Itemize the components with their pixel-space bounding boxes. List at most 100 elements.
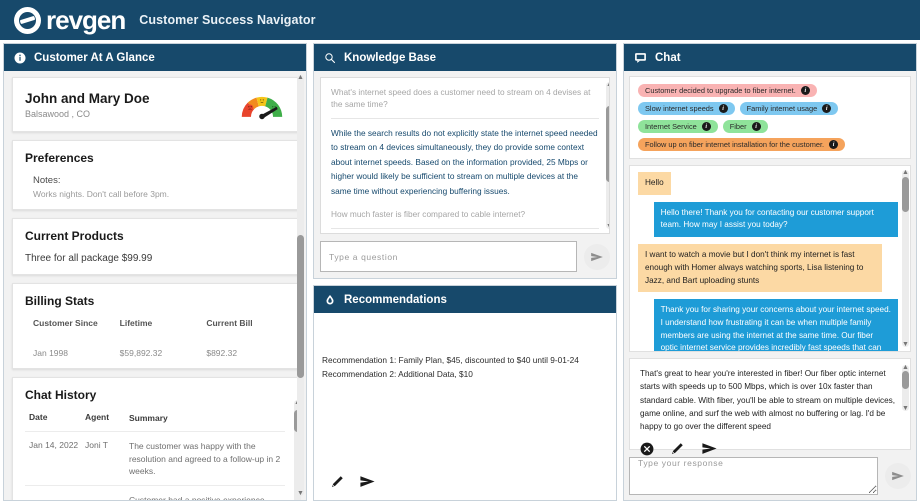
knowledge-base-panel: Knowledge Base What's internet speed doe… [313,43,617,279]
knowledge-base-send-button[interactable] [584,243,610,270]
status-badge[interactable]: Slow internet speeds i [638,102,735,115]
suggested-response-box: That's great to hear you're interested i… [629,358,911,456]
chat-panel-title: Chat [655,51,681,64]
main-columns: Customer At A Glance John and Mary Doe B… [0,40,920,504]
chat-tags: Customer decided to upgrade to fiber int… [629,76,911,159]
chat-history-col-agent: Agent [85,412,110,422]
row-summary: The customer was happy with the resoluti… [129,441,281,476]
billing-value-2: $892.32 [206,348,238,358]
billing-value-1: $59,892.32 [119,348,163,358]
dismiss-icon[interactable] [640,442,654,456]
current-products-title: Current Products [25,229,124,243]
suggested-response-actions [640,440,896,457]
brand-name: revgen [46,5,126,35]
right-column: Chat Customer decided to upgrade to fibe… [620,40,920,504]
knowledge-base-scrollbar[interactable] [606,81,609,230]
knowledge-base-input-row [320,241,610,272]
knowledge-base-body: What's internet speed does a customer ne… [314,71,616,278]
chat-history-table: Date Agent Summary Jan 14, 2022 Joni T T… [25,412,285,500]
row-agent [85,494,129,500]
recommendations-body: Recommendation 1: Family Plan, $45, disc… [314,313,616,500]
tag-label: Internet Service [645,122,697,131]
status-badge[interactable]: Internet Service i [638,120,718,133]
brand-logo: revgen [14,5,126,35]
customer-panel-header: Customer At A Glance [4,44,306,71]
suggested-response-scrollbar[interactable] [902,364,909,412]
billing-header-2: Current Bill [206,318,253,328]
search-icon [324,52,336,64]
chat-history-col-date: Date [29,412,48,422]
billing-col-current-bill: Current Bill $892.32 [198,318,285,358]
send-icon[interactable] [701,440,718,457]
notes-label: Notes: [33,175,61,186]
tag-label: Slow internet speeds [645,104,714,113]
chat-message-agent: Hello there! Thank you for contacting ou… [638,201,898,238]
knowledge-base-results[interactable]: What's internet speed does a customer ne… [320,77,610,234]
suggested-response-text: That's great to hear you're interested i… [640,369,896,432]
info-icon[interactable]: i [800,86,810,95]
status-badge[interactable]: Fiber i [722,120,768,133]
info-icon[interactable]: i [718,104,728,113]
row-agent: Joni T [85,440,108,451]
message-bubble: I want to watch a movie but I don't thin… [638,244,883,293]
edit-icon[interactable] [670,441,685,456]
kb-question: How much faster is fiber compared to cab… [331,208,599,229]
chat-panel-header: Chat [624,44,916,71]
billing-header-0: Customer Since [33,318,98,328]
customer-at-a-glance-panel: Customer At A Glance John and Mary Doe B… [3,43,307,501]
customer-panel-scrollbar[interactable] [297,74,304,497]
kb-answer: Fiber internet is significantly faster t… [331,229,599,233]
chat-messages-scrollbar[interactable] [902,169,909,348]
knowledge-base-header: Knowledge Base [314,44,616,71]
lightbulb-icon [324,294,336,306]
chat-bubble-icon [634,51,647,64]
send-icon[interactable] [359,473,376,490]
chat-panel: Chat Customer decided to upgrade to fibe… [623,43,917,501]
table-row[interactable]: Jan 14, 2022 Joni T The customer was hap… [25,431,285,485]
preferences-title: Preferences [25,151,94,165]
customer-identity: John and Mary Doe Balsawood , CO [25,91,150,119]
billing-value-0: Jan 1998 [33,348,68,358]
chat-messages[interactable]: Hello Hello there! Thank you for contact… [629,165,911,352]
recommendations-actions [314,473,616,500]
chat-response-input[interactable] [629,457,878,495]
list-item: Recommendation 2: Additional Data, $10 [322,369,473,380]
tag-label: Customer decided to upgrade to fiber int… [645,86,796,95]
customer-panel-title: Customer At A Glance [34,51,155,64]
status-badge[interactable]: Customer decided to upgrade to fiber int… [638,84,817,97]
customer-scroll-area[interactable]: John and Mary Doe Balsawood , CO Prefere… [4,71,306,500]
current-products-card: Current Products Three for all package $… [12,218,298,275]
preferences-card: Preferences Notes: Works nights. Don't c… [12,140,298,210]
table-row[interactable]: Customer had a positive experience and w… [25,485,285,500]
app-subtitle: Customer Success Navigator [139,13,316,27]
tag-label: Family internet usage [746,104,818,113]
info-circle-icon [14,52,26,64]
recommendations-header: Recommendations [314,286,616,313]
row-date: Jan 14, 2022 [29,440,79,451]
chat-send-button[interactable] [885,463,911,489]
chat-history-title: Chat History [25,388,97,402]
left-column: Customer At A Glance John and Mary Doe B… [0,40,310,504]
tag-label: Fiber [729,122,747,131]
billing-header-1: Lifetime [119,318,153,328]
chat-message-customer: Hello [638,172,898,195]
recommendations-panel: Recommendations Recommendation 1: Family… [313,285,617,501]
status-badge[interactable]: Family internet usage i [739,102,839,115]
customer-panel-body: John and Mary Doe Balsawood , CO Prefere… [4,71,306,500]
customer-location: Balsawood , CO [25,108,91,119]
info-icon[interactable]: i [822,104,832,113]
chat-message-customer: I want to watch a movie but I don't thin… [638,244,898,293]
edit-icon[interactable] [330,474,345,489]
revgen-logo-icon [14,6,41,34]
info-icon[interactable]: i [829,140,839,149]
billing-stats-title: Billing Stats [25,294,95,308]
send-icon [590,250,604,264]
chat-history-card: Chat History Date Agent Summary Jan 14, … [12,377,301,500]
knowledge-base-question-input[interactable] [320,241,577,272]
info-icon[interactable]: i [701,122,711,131]
billing-col-lifetime: Lifetime $59,892.32 [112,318,199,358]
recommendations-list: Recommendation 1: Family Plan, $45, disc… [314,313,616,473]
info-icon[interactable]: i [751,122,761,131]
status-badge[interactable]: Follow up on fiber internet installation… [638,138,846,151]
list-item: Recommendation 1: Family Plan, $45, disc… [322,355,579,365]
